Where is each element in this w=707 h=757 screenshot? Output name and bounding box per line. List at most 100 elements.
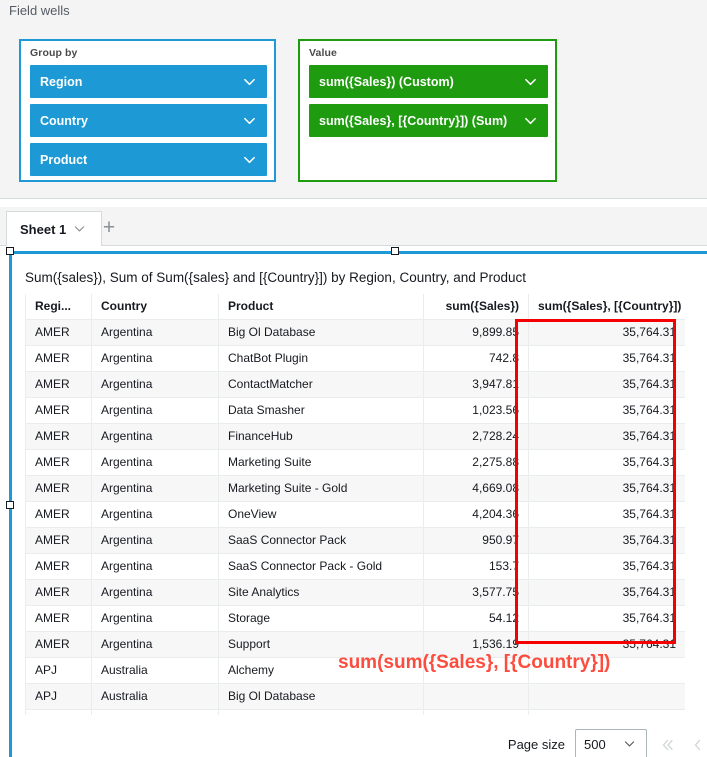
table-row[interactable]: AMER Argentina OneView 4,204.36 35,764.3… — [26, 502, 686, 528]
group-by-pill-country-label: Country — [40, 114, 242, 128]
visual-container[interactable]: Sum({sales}), Sum of Sum({sales} and [{C… — [9, 251, 707, 757]
cell-product: ChatBot Plugin — [219, 346, 424, 372]
cell-product: FinanceHub — [219, 424, 424, 450]
pagination-controls: Page size 500 — [508, 729, 707, 757]
quicksight-analysis-screen: Field wells Group by Region Country Prod… — [0, 0, 707, 757]
chevron-down-icon[interactable] — [242, 74, 257, 89]
table-row[interactable]: AMER Argentina ChatBot Plugin 742.8 35,7… — [26, 346, 686, 372]
cell-sum-sales: 2,275.88 — [424, 450, 529, 476]
cell-country: Australia — [92, 658, 219, 684]
cell-product: Marketing Suite - Gold — [219, 476, 424, 502]
cell-country: Argentina — [92, 632, 219, 658]
table-row[interactable]: APJ Australia ChatBot Plugin 930.03 80,1… — [26, 710, 686, 716]
value-well[interactable]: Value sum({Sales}) (Custom) sum({Sales},… — [298, 39, 557, 182]
add-sheet-button[interactable]: + — [92, 211, 126, 245]
cell-region: APJ — [26, 684, 92, 710]
cell-region: AMER — [26, 320, 92, 346]
cell-country: Argentina — [92, 424, 219, 450]
column-header-sum-sales[interactable]: sum({Sales}) — [424, 294, 529, 320]
cell-product: ContactMatcher — [219, 372, 424, 398]
group-by-well[interactable]: Group by Region Country Product — [19, 39, 276, 182]
cell-country: Argentina — [92, 372, 219, 398]
column-header-region[interactable]: Regi... — [26, 294, 92, 320]
table-header: Regi... Country Product sum({Sales}) sum… — [26, 294, 686, 320]
cell-sum-sales: 153.7 — [424, 554, 529, 580]
value-pill-sum-sales-custom[interactable]: sum({Sales}) (Custom) — [309, 65, 548, 98]
cell-product: Big Ol Database — [219, 684, 424, 710]
cell-product: ChatBot Plugin — [219, 710, 424, 716]
cell-product: OneView — [219, 502, 424, 528]
cell-sum-sales-country: 35,764.31 — [529, 606, 686, 632]
cell-region: AMER — [26, 372, 92, 398]
cell-country: Argentina — [92, 450, 219, 476]
cell-sum-sales: 4,669.08 — [424, 476, 529, 502]
sheet-tab-strip: Sheet 1 + — [0, 207, 707, 246]
chevron-down-icon[interactable] — [242, 152, 257, 167]
resize-handle-middle-left[interactable] — [6, 501, 14, 509]
cell-region: AMER — [26, 450, 92, 476]
value-pill-sum-sales-country-sum-label: sum({Sales}, [{Country}]) (Sum) — [319, 114, 523, 128]
cell-sum-sales — [424, 684, 529, 710]
cell-sum-sales-country: 35,764.31 — [529, 580, 686, 606]
table-row[interactable]: AMER Argentina SaaS Connector Pack - Gol… — [26, 554, 686, 580]
table-header-row: Regi... Country Product sum({Sales}) sum… — [26, 294, 686, 320]
cell-country: Argentina — [92, 476, 219, 502]
column-header-country[interactable]: Country — [92, 294, 219, 320]
table-row[interactable]: AMER Argentina Big Ol Database 9,899.85 … — [26, 320, 686, 346]
cell-sum-sales: 950.97 — [424, 528, 529, 554]
cell-country: Australia — [92, 684, 219, 710]
table-row[interactable]: AMER Argentina FinanceHub 2,728.24 35,76… — [26, 424, 686, 450]
visual-title: Sum({sales}), Sum of Sum({sales} and [{C… — [25, 270, 526, 285]
table-row[interactable]: AMER Argentina Data Smasher 1,023.56 35,… — [26, 398, 686, 424]
chevron-left-icon[interactable] — [687, 732, 707, 757]
cell-region: AMER — [26, 606, 92, 632]
cell-country: Argentina — [92, 554, 219, 580]
cell-region: AMER — [26, 554, 92, 580]
cell-country: Argentina — [92, 606, 219, 632]
resize-handle-top-middle[interactable] — [391, 247, 399, 255]
chevron-down-icon[interactable] — [73, 222, 88, 237]
table-row[interactable]: AMER Argentina Storage 54.12 35,764.31 — [26, 606, 686, 632]
chevron-down-icon[interactable] — [242, 113, 257, 128]
cell-sum-sales-country: 35,764.31 — [529, 398, 686, 424]
cell-product: SaaS Connector Pack — [219, 528, 424, 554]
cell-sum-sales: 2,728.24 — [424, 424, 529, 450]
cell-sum-sales-country: 35,764.31 — [529, 450, 686, 476]
group-by-pill-region[interactable]: Region — [30, 65, 267, 98]
chevron-down-icon[interactable] — [523, 113, 538, 128]
chevron-down-icon[interactable] — [623, 737, 638, 752]
table-row[interactable]: AMER Argentina Site Analytics 3,577.75 3… — [26, 580, 686, 606]
group-by-well-label: Group by — [30, 47, 77, 59]
chevron-down-icon[interactable] — [523, 74, 538, 89]
cell-product: SaaS Connector Pack - Gold — [219, 554, 424, 580]
table-row[interactable]: AMER Argentina ContactMatcher 3,947.81 3… — [26, 372, 686, 398]
page-size-label: Page size — [508, 737, 565, 752]
cell-sum-sales-country: 35,764.31 — [529, 476, 686, 502]
sheet-tab-sheet-1[interactable]: Sheet 1 — [6, 211, 102, 246]
column-header-sum-sales-country[interactable]: sum({Sales}, [{Country}]) — [529, 294, 686, 320]
cell-sum-sales-country: 35,764.31 — [529, 502, 686, 528]
sheet-tab-label: Sheet 1 — [20, 222, 66, 237]
group-by-pill-product[interactable]: Product — [30, 143, 267, 176]
table-row[interactable]: AMER Argentina Marketing Suite - Gold 4,… — [26, 476, 686, 502]
cell-sum-sales-country: 35,764.31 — [529, 424, 686, 450]
cell-region: APJ — [26, 710, 92, 716]
field-wells-title: Field wells — [9, 3, 70, 18]
group-by-pill-country[interactable]: Country — [30, 104, 267, 137]
resize-handle-top-left[interactable] — [6, 247, 14, 255]
table-row[interactable]: AMER Argentina SaaS Connector Pack 950.9… — [26, 528, 686, 554]
cell-region: AMER — [26, 580, 92, 606]
cell-sum-sales-country: 35,764.31 — [529, 320, 686, 346]
cell-product: Data Smasher — [219, 398, 424, 424]
cell-region: AMER — [26, 398, 92, 424]
cell-region: AMER — [26, 476, 92, 502]
page-size-select[interactable]: 500 — [575, 729, 647, 757]
table-row[interactable]: APJ Australia Big Ol Database — [26, 684, 686, 710]
double-chevron-left-icon[interactable] — [657, 732, 677, 757]
value-pill-sum-sales-country-sum[interactable]: sum({Sales}, [{Country}]) (Sum) — [309, 104, 548, 137]
group-by-pill-region-label: Region — [40, 75, 242, 89]
table-row[interactable]: AMER Argentina Marketing Suite 2,275.88 … — [26, 450, 686, 476]
column-header-product[interactable]: Product — [219, 294, 424, 320]
cell-country: Argentina — [92, 580, 219, 606]
cell-country: Argentina — [92, 502, 219, 528]
